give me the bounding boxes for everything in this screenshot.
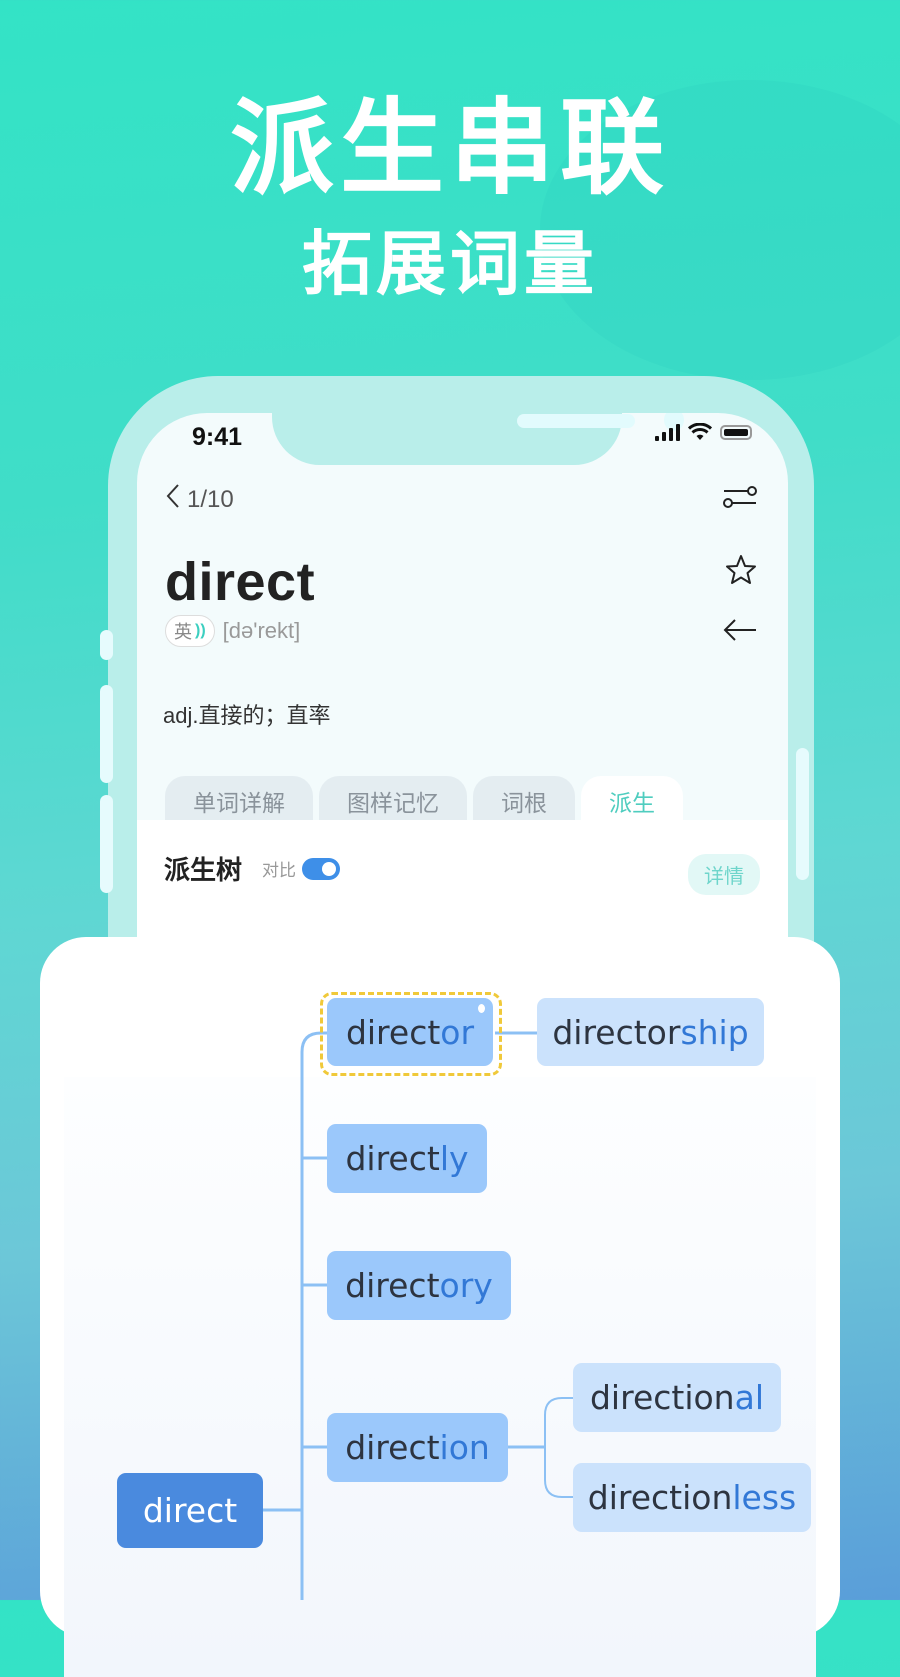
sliders-icon[interactable] [722,483,758,516]
phone-volume-up [100,685,113,783]
status-time: 9:41 [192,423,243,451]
compare-toggle[interactable] [302,857,340,880]
tree-node-directional[interactable]: direction al [573,1363,781,1432]
battery-icon [720,424,752,440]
phone-notch [272,413,684,465]
promo-subtitle: 拓展词量 [302,223,598,305]
arrow-left-icon[interactable] [722,618,758,647]
tree-node-root-direct[interactable]: direct [117,1473,263,1548]
headword: direct [165,552,316,612]
pronounce-button[interactable]: 英 )) [165,615,215,647]
tree-node-directory[interactable]: direct ory [327,1251,511,1320]
sound-wave-icon: )) [195,622,206,639]
tree-node-director[interactable]: direct or [327,998,493,1066]
tree-node-directly[interactable]: direct ly [327,1124,487,1193]
phone-volume-down [100,795,113,893]
tree-node-directorship[interactable]: director ship [537,998,764,1066]
phonetic: [də'rekt] [222,618,301,643]
signal-icon [655,423,680,441]
selected-dot [478,1004,485,1013]
speaker-grille [517,414,635,428]
tree-node-direction[interactable]: direct ion [327,1413,508,1482]
detail-button[interactable]: 详情 [688,854,760,895]
chevron-left-icon[interactable] [165,483,181,516]
star-outline-icon[interactable] [724,553,758,592]
accent-label: 英 [174,622,192,642]
tree-node-directionless[interactable]: direction less [573,1463,811,1532]
compare-control: 对比 [262,856,340,881]
status-icons [655,423,752,441]
definition: adj.直接的；直率 [163,703,331,728]
phone-mute-switch [100,630,113,660]
compare-label: 对比 [262,861,296,880]
wifi-icon [688,423,712,440]
pronunciation-row: 英 )) [də'rekt] [165,615,300,647]
page-indicator: 1/10 [187,485,234,513]
promo-title: 派生串联 [229,87,670,209]
panel-title: 派生树 [164,855,243,885]
phone-power-button [796,748,809,880]
nav-row: 1/10 [165,483,234,516]
